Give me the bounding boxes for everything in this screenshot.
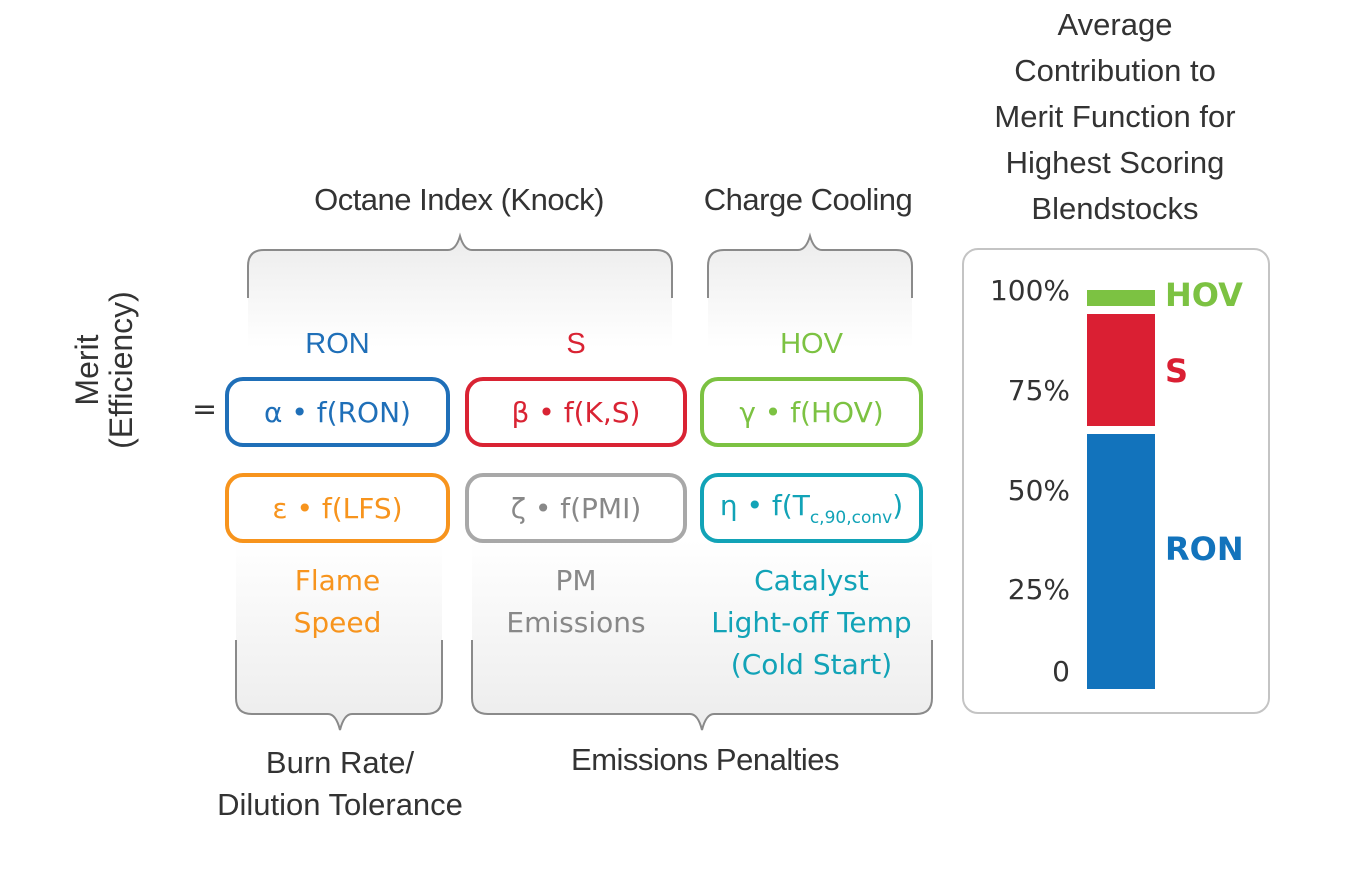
charge-cooling-heading: Charge Cooling (703, 182, 913, 217)
term-gamma: γ • f(HOV) (739, 395, 884, 429)
emissions-penalties-heading: Emissions Penalties (571, 742, 839, 777)
burn-rate-heading: Burn Rate/ Dilution Tolerance (180, 742, 500, 826)
column-label-ron: RON (305, 328, 370, 360)
term-eta-subscript: c,90,conv (809, 507, 893, 528)
pm-emissions-note: PM Emissions (465, 560, 687, 644)
chart-title-line3: Merit Function for (994, 99, 1236, 134)
flame-speed-line2: Speed (293, 606, 382, 639)
flame-speed-note: Flame Speed (225, 560, 450, 644)
merit-label: Merit (Efficiency) (69, 280, 139, 460)
chart-title-line4: Highest Scoring (1005, 145, 1225, 180)
chart-title: Average Contribution to Merit Function f… (955, 2, 1275, 232)
flame-speed-line1: Flame (294, 564, 381, 597)
term-alpha: α • f(RON) (264, 395, 411, 429)
burn-rate-line1: Burn Rate/ (265, 745, 415, 780)
equals-sign: = (192, 392, 218, 427)
term-box-gamma-hov: γ • f(HOV) (700, 377, 923, 447)
chart-title-line5: Blendstocks (1031, 191, 1199, 226)
column-label-hov: HOV (780, 328, 843, 360)
column-label-s: S (566, 328, 586, 360)
octane-index-heading: Octane Index (Knock) (314, 182, 604, 217)
term-eta-main: η • f(T (719, 488, 810, 522)
term-box-zeta-pmi: ζ • f(PMI) (465, 473, 687, 543)
catalyst-line1: Catalyst (754, 564, 869, 597)
pm-emissions-line2: Emissions (506, 606, 646, 639)
term-box-eta-catalyst: η • f(Tc,90,conv) (700, 473, 923, 543)
term-eta: η • f(Tc,90,conv) (720, 489, 903, 528)
term-epsilon: ε • f(LFS) (272, 491, 403, 525)
term-eta-close: ) (892, 488, 904, 522)
term-zeta: ζ • f(PMI) (510, 491, 642, 525)
burn-rate-line2: Dilution Tolerance (217, 787, 463, 822)
catalyst-line3: (Cold Start) (730, 648, 893, 681)
term-box-beta-s: β • f(K,S) (465, 377, 687, 447)
catalyst-line2: Light-off Temp (711, 606, 912, 639)
term-box-epsilon-lfs: ε • f(LFS) (225, 473, 450, 543)
chart-title-line1: Average (1057, 7, 1173, 42)
merit-label-line1: Merit (69, 334, 105, 406)
term-beta: β • f(K,S) (511, 395, 641, 429)
pm-emissions-line1: PM (555, 564, 597, 597)
catalyst-note: Catalyst Light-off Temp (Cold Start) (700, 560, 923, 686)
chart-panel (962, 248, 1270, 714)
merit-label-line2: (Efficiency) (103, 291, 139, 449)
term-box-alpha-ron: α • f(RON) (225, 377, 450, 447)
chart-title-line2: Contribution to (1014, 53, 1216, 88)
